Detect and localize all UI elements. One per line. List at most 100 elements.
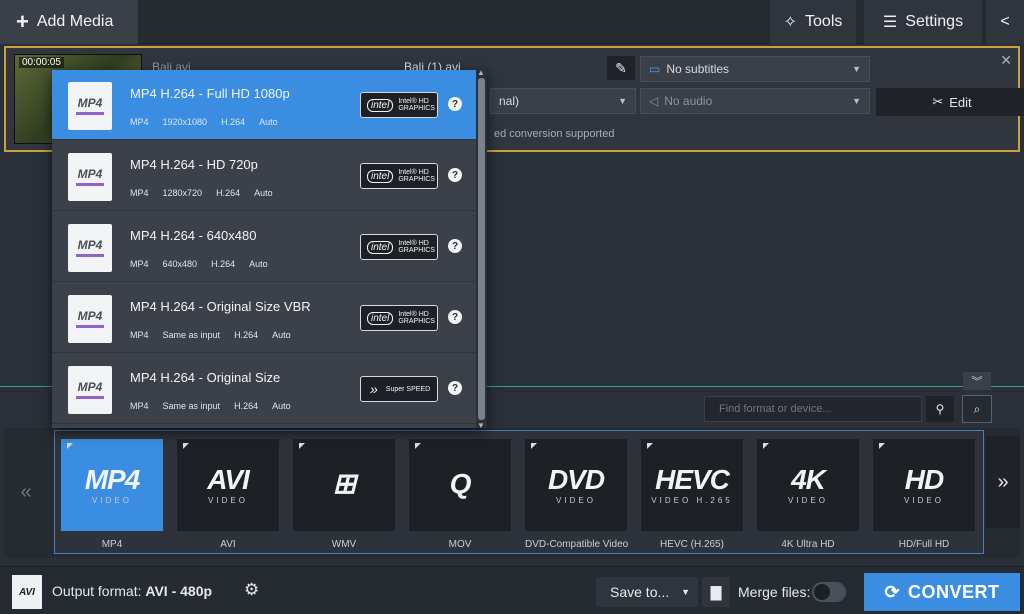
preset-meta-item: MP4 — [130, 401, 149, 411]
search-placeholder: Find format or device... — [719, 403, 832, 415]
plus-icon: + — [16, 9, 29, 34]
intel-hd-graphics-badge: intel Intel® HD GRAPHICS — [360, 234, 438, 260]
help-icon[interactable]: ? — [448, 239, 462, 253]
format-tile-dvd-compatible-video[interactable]: DVD VIDEO DVD-Compatible Video — [525, 439, 629, 550]
audio-value: No audio — [664, 94, 713, 108]
merge-files-toggle[interactable] — [812, 582, 846, 602]
preset-meta-item: H.264 — [234, 330, 259, 340]
format-logo: HEVC VIDEO H.265 — [651, 463, 733, 505]
preset-item[interactable]: MP4 MP4 H.264 - Full HD 1080p MP4 1920x1080… — [52, 70, 476, 140]
intel-logo-icon: intel — [367, 240, 394, 254]
format-logo-text: MP4 — [84, 463, 141, 495]
conversion-note: ed conversion supported — [494, 128, 615, 140]
format-logo-text: ⊞ — [332, 467, 356, 499]
format-tile-wmv[interactable]: ⊞ WMV — [293, 439, 395, 550]
format-caption: AVI — [220, 539, 236, 550]
format-logo-sub: VIDEO — [556, 495, 596, 505]
detect-device-button[interactable]: ⌕ — [962, 395, 992, 423]
double-chevron-left-icon: « — [20, 480, 32, 503]
help-icon[interactable]: ? — [448, 381, 462, 395]
preset-meta: MP4 640x480 H.264 Auto — [130, 259, 282, 269]
rename-button[interactable]: ✎ — [607, 56, 635, 80]
add-media-button[interactable]: + Add Media — [0, 0, 138, 44]
preset-item[interactable]: MP4 MP4 H.264 - Original Size VBR MP4 Same … — [52, 283, 476, 353]
scroll-down-icon[interactable]: ▼ — [477, 421, 485, 430]
format-tile-mov[interactable]: Q MOV — [409, 439, 511, 550]
format-logo-sub: VIDEO — [788, 495, 828, 505]
save-to-dropdown[interactable]: Save to... ▼ — [596, 577, 698, 607]
gear-icon[interactable]: ⚙ — [244, 580, 259, 600]
scroll-left-button[interactable]: « — [8, 428, 44, 556]
badge-text: Intel® HD GRAPHICS — [398, 240, 435, 254]
bottom-bar: AVI Output format: AVI - 480p ⚙ Save to.… — [0, 566, 1024, 614]
preset-meta-item: Auto — [272, 330, 291, 340]
convert-button[interactable]: ⟳ CONVERT — [864, 573, 1020, 611]
preset-meta-item: H.264 — [216, 188, 241, 198]
preset-meta-item: 640x480 — [162, 259, 198, 269]
search-button[interactable]: ⚲ — [926, 396, 954, 422]
video-settings-dropdown[interactable]: nal) ▼ — [490, 88, 636, 114]
format-caption: DVD-Compatible Video — [525, 539, 629, 550]
folder-button[interactable]: ▇ — [702, 577, 730, 607]
scroll-right-button[interactable]: » — [986, 436, 1020, 528]
help-icon[interactable]: ? — [448, 97, 462, 111]
edit-button[interactable]: ✂ Edit — [876, 88, 1024, 116]
chevron-down-icon: ▼ — [852, 64, 861, 74]
format-logo-text: DVD — [547, 463, 605, 495]
help-icon[interactable]: ? — [448, 168, 462, 182]
preset-meta-item: MP4 — [130, 188, 149, 198]
intel-logo-icon: intel — [367, 98, 394, 112]
corner-marker-icon — [531, 443, 537, 449]
device-search-icon: ⌕ — [973, 401, 981, 416]
format-tile-avi[interactable]: AVI VIDEO AVI — [177, 439, 279, 550]
chevron-down-icon: ▼ — [681, 587, 690, 597]
help-icon[interactable]: ? — [448, 310, 462, 324]
double-chevron-down-icon: ︾ — [971, 376, 983, 388]
format-tile-hevc-h-265-[interactable]: HEVC VIDEO H.265 HEVC (H.265) — [641, 439, 743, 550]
share-button[interactable]: < — [986, 0, 1024, 44]
format-tile-4k-ultra-hd[interactable]: 4K VIDEO 4K Ultra HD — [757, 439, 859, 550]
chevron-down-icon: ▼ — [618, 96, 627, 106]
close-icon[interactable]: ✕ — [1000, 52, 1012, 69]
settings-button[interactable]: ☰ Settings — [864, 0, 982, 44]
format-logo-sub: VIDEO H.265 — [651, 495, 733, 505]
pencil-icon: ✎ — [615, 59, 627, 76]
file-icon-label: MP4 — [77, 167, 103, 181]
badge-text: Super SPEED — [385, 385, 431, 393]
subtitles-dropdown[interactable]: ▭ No subtitles ▼ — [640, 56, 870, 82]
file-icon-bar — [76, 112, 104, 115]
tools-button[interactable]: ✧ Tools — [770, 0, 856, 44]
preset-scrollbar[interactable]: ▲ ▼ — [476, 68, 487, 430]
preset-title: MP4 H.264 - Full HD 1080p — [130, 86, 290, 101]
preset-meta: MP4 Same as input H.264 Auto — [130, 330, 305, 340]
format-logo: HD VIDEO — [904, 465, 944, 505]
format-caption: WMV — [331, 539, 357, 550]
corner-marker-icon — [67, 443, 73, 449]
format-logo-text: HEVC — [655, 463, 730, 495]
preset-item[interactable]: MP4 MP4 H.264 - HD 720p MP4 1280x720 H.264 Au… — [52, 141, 476, 211]
format-logo: 4K VIDEO — [788, 465, 828, 505]
speaker-muted-icon: ◁ — [649, 94, 659, 108]
preset-meta-item: MP4 — [130, 259, 149, 269]
preset-item[interactable]: MP4 MP4 H.264 - Original Size MP4 Same as i… — [52, 354, 476, 424]
scrollbar-thumb[interactable] — [478, 78, 485, 420]
format-search-input[interactable]: Find format or device... — [704, 396, 922, 422]
preset-title: MP4 H.264 - 640x480 — [130, 228, 257, 243]
format-logo-text: AVI — [207, 463, 250, 495]
scroll-up-icon[interactable]: ▲ — [477, 68, 485, 77]
preset-item[interactable]: MP4 MP4 H.264 - 640x480 MP4 640x480 H.264 Aut… — [52, 212, 476, 282]
mp4-file-icon: MP4 — [68, 366, 112, 414]
expand-formats-button[interactable]: ︾ — [963, 372, 991, 390]
format-tile-image: DVD VIDEO — [525, 439, 627, 531]
search-icon: ⚲ — [935, 402, 945, 416]
format-tile-image: Q — [409, 439, 511, 531]
magic-wand-icon: ✧ — [783, 14, 798, 31]
format-caption: 4K Ultra HD — [781, 539, 835, 550]
file-icon-bar — [76, 183, 104, 186]
format-tile-image: HEVC VIDEO H.265 — [641, 439, 743, 531]
file-icon-label: MP4 — [77, 238, 103, 252]
format-tile-mp4[interactable]: MP4 VIDEO MP4 — [61, 439, 163, 550]
format-tile-hd-full-hd[interactable]: HD VIDEO HD/Full HD — [873, 439, 975, 550]
audio-dropdown[interactable]: ◁ No audio ▼ — [640, 88, 870, 114]
preset-meta-item: Auto — [249, 259, 268, 269]
